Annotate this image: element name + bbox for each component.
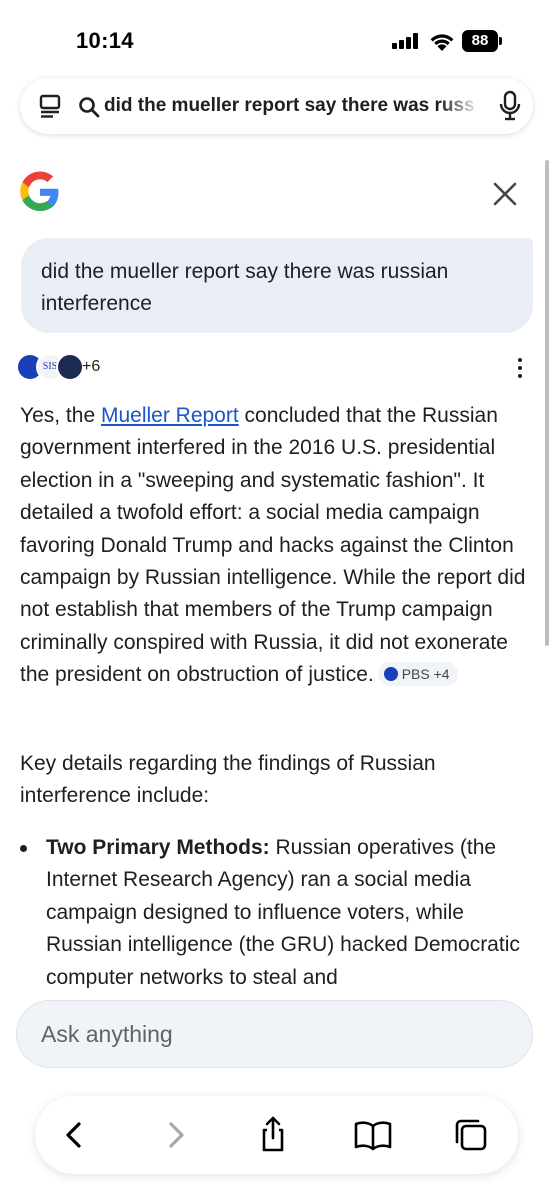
- battery-icon: 88: [462, 30, 504, 52]
- ai-answer-paragraph: Yes, the Mueller Report concluded that t…: [20, 400, 540, 692]
- menu-lines-icon[interactable]: [38, 94, 62, 118]
- cellular-signal-icon: [392, 33, 420, 49]
- close-icon[interactable]: [492, 181, 518, 207]
- address-bar-query[interactable]: did the mueller report say there was rus…: [104, 94, 476, 118]
- bookmarks-icon[interactable]: [353, 1115, 393, 1155]
- bullet-title: Two Primary Methods:: [46, 836, 270, 859]
- more-vert-icon[interactable]: [510, 356, 530, 380]
- ask-anything-input[interactable]: Ask anything: [16, 1000, 533, 1068]
- battery-level: 88: [462, 30, 498, 52]
- tabs-icon[interactable]: [451, 1115, 491, 1155]
- scrollbar[interactable]: [545, 160, 549, 646]
- google-logo: [20, 171, 59, 211]
- bullet-dot: [20, 845, 27, 852]
- user-query-bubble: did the mueller report say there was rus…: [21, 238, 533, 333]
- back-icon[interactable]: [55, 1115, 95, 1155]
- share-icon[interactable]: [253, 1115, 293, 1155]
- search-icon: [79, 97, 100, 118]
- mic-icon[interactable]: [498, 90, 522, 122]
- sources-row[interactable]: SIS +6: [16, 353, 136, 383]
- ask-container: Ask anything: [0, 988, 553, 1078]
- browser-toolbar: [35, 1096, 518, 1174]
- citation-chip[interactable]: PBS +4: [377, 662, 458, 687]
- pbs-icon: [383, 667, 398, 682]
- mueller-report-link[interactable]: Mueller Report: [101, 404, 239, 427]
- answer-text: Yes, the: [20, 404, 101, 427]
- list-item: Two Primary Methods: Russian operatives …: [46, 832, 535, 988]
- sources-count[interactable]: +6: [82, 358, 100, 376]
- citation-label: PBS +4: [401, 666, 450, 683]
- bullet-list: Two Primary Methods: Russian operatives …: [20, 832, 535, 988]
- status-time: 10:14: [76, 28, 134, 53]
- wifi-icon: [430, 34, 454, 51]
- forward-icon[interactable]: [155, 1115, 195, 1155]
- address-bar[interactable]: did the mueller report say there was rus…: [20, 78, 533, 134]
- key-details-heading: Key details regarding the findings of Ru…: [20, 752, 436, 808]
- status-bar: 10:14 88: [0, 0, 553, 80]
- answer-text: concluded that the Russian government in…: [20, 404, 526, 687]
- source-icon[interactable]: [56, 353, 84, 381]
